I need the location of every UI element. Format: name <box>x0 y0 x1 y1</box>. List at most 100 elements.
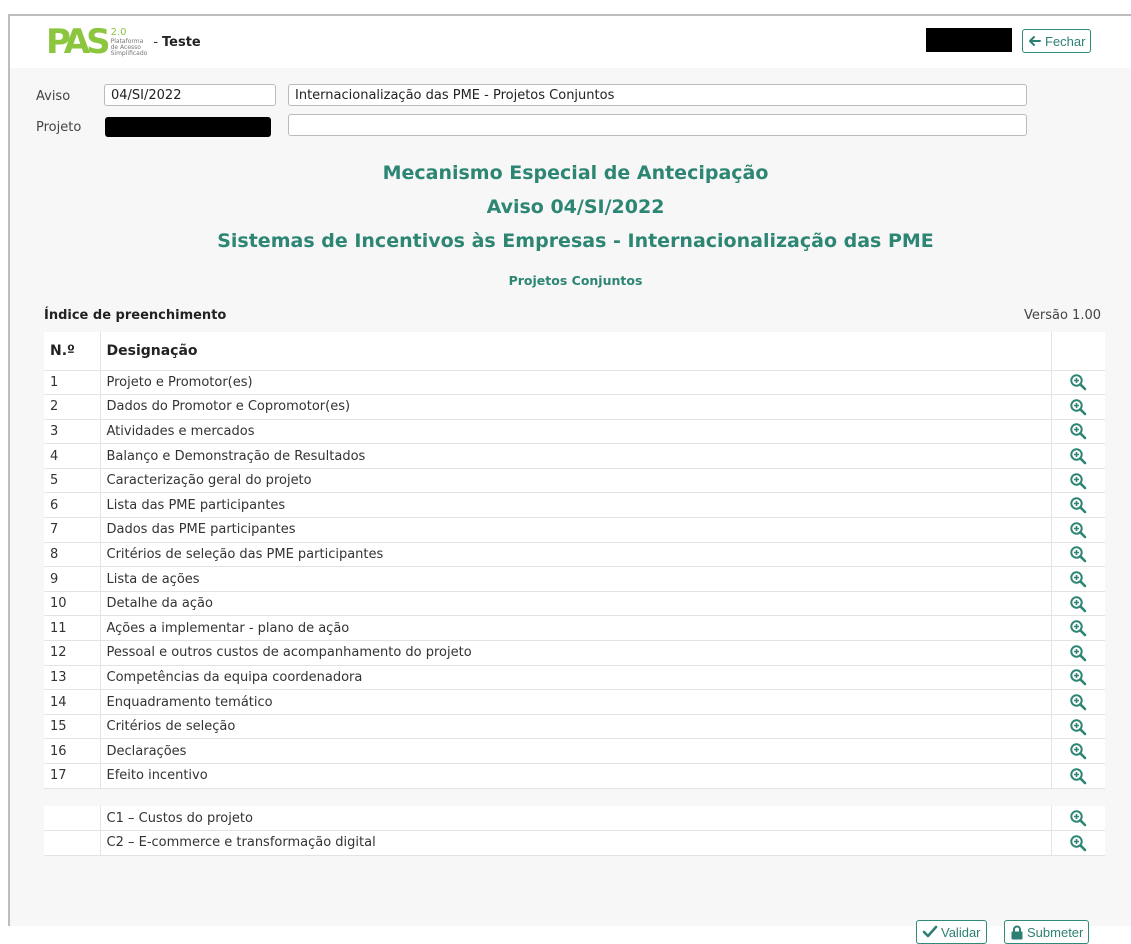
environment-label: Teste <box>162 34 201 50</box>
projeto-code-redacted <box>105 117 271 137</box>
row-zoom-button[interactable] <box>1050 714 1105 740</box>
row-designation: C2 – E-commerce e transformação digital <box>100 830 1051 856</box>
close-button[interactable]: Fechar <box>1022 29 1092 53</box>
projeto-description-field[interactable] <box>288 114 1027 136</box>
row-zoom-button[interactable] <box>1050 370 1105 396</box>
table-row: 10 Detalhe da ação <box>44 591 1105 617</box>
zoom-in-icon <box>1069 620 1087 637</box>
zoom-in-icon <box>1069 743 1087 760</box>
row-zoom-button[interactable] <box>1050 419 1105 445</box>
table-row: C1 – Custos do projeto <box>44 806 1105 832</box>
row-zoom-button[interactable] <box>1050 517 1105 543</box>
row-zoom-button[interactable] <box>1050 830 1105 856</box>
zoom-in-icon <box>1069 835 1087 852</box>
check-icon <box>922 925 938 938</box>
table-row: 15 Critérios de seleção <box>44 714 1105 740</box>
row-zoom-button[interactable] <box>1050 492 1105 519</box>
column-header-designation: Designação <box>100 332 1052 371</box>
column-header-number: N.º <box>44 332 101 371</box>
lock-icon <box>1011 925 1023 939</box>
row-number: 13 <box>44 665 101 691</box>
zoom-in-icon <box>1069 497 1087 514</box>
zoom-in-icon <box>1069 694 1087 711</box>
page-subtitle-aviso: Aviso 04/SI/2022 <box>486 196 665 218</box>
row-designation: Balanço e Demonstração de Resultados <box>100 443 1051 469</box>
page-subtitle-type: Projetos Conjuntos <box>508 273 643 288</box>
app-window: PAS 2.0 Plataforma de Acesso Simplificad… <box>8 14 1131 944</box>
column-header-actions <box>1050 332 1105 371</box>
table-row: 11 Ações a implementar - plano de ação <box>44 615 1105 642</box>
row-zoom-button[interactable] <box>1050 763 1105 789</box>
row-zoom-button[interactable] <box>1050 615 1105 642</box>
row-designation: Critérios de seleção <box>100 714 1051 740</box>
zoom-in-icon <box>1069 546 1087 563</box>
header: PAS 2.0 Plataforma de Acesso Simplificad… <box>10 16 1131 68</box>
row-designation: Lista das PME participantes <box>100 492 1051 519</box>
zoom-in-icon <box>1069 399 1087 416</box>
row-number: 11 <box>44 615 101 642</box>
row-designation: Pessoal e outros custos de acompanhament… <box>100 640 1051 666</box>
row-designation: Detalhe da ação <box>100 591 1051 617</box>
zoom-in-icon <box>1069 571 1087 588</box>
row-designation: Lista de ações <box>100 566 1051 592</box>
zoom-in-icon <box>1069 718 1087 735</box>
row-designation: Efeito incentivo <box>100 763 1051 789</box>
arrow-left-icon <box>1029 36 1041 46</box>
row-zoom-button[interactable] <box>1050 665 1105 691</box>
row-number: 8 <box>44 542 101 568</box>
aviso-description-field[interactable]: Internacionalização das PME - Projetos C… <box>288 84 1027 106</box>
row-designation: Competências da equipa coordenadora <box>100 665 1051 691</box>
row-zoom-button[interactable] <box>1050 542 1105 568</box>
table-row: 2 Dados do Promotor e Copromotor(es) <box>44 394 1105 420</box>
table-row: 13 Competências da equipa coordenadora <box>44 665 1105 691</box>
row-number: 10 <box>44 591 101 617</box>
aviso-code-field[interactable]: 04/SI/2022 <box>104 84 276 106</box>
aviso-label: Aviso <box>36 89 71 104</box>
table-row: 8 Critérios de seleção das PME participan… <box>44 542 1105 568</box>
row-zoom-button[interactable] <box>1050 468 1105 494</box>
user-name-redacted <box>926 28 1012 52</box>
zoom-in-icon <box>1069 374 1087 391</box>
row-zoom-button[interactable] <box>1050 443 1105 469</box>
logo: PAS 2.0 Plataforma de Acesso Simplificad… <box>46 22 201 62</box>
table-row: 7 Dados das PME participantes <box>44 517 1105 543</box>
zoom-in-icon <box>1069 645 1087 662</box>
zoom-in-icon <box>1069 423 1087 440</box>
validate-button[interactable]: Validar <box>916 920 987 944</box>
row-number: 1 <box>44 370 101 396</box>
row-number: 17 <box>44 763 101 789</box>
submit-button[interactable]: Submeter <box>1004 920 1090 944</box>
extra-table: C1 – Custos do projeto C2 – E-commerce e … <box>44 806 1105 856</box>
row-number: 12 <box>44 640 101 666</box>
row-designation: Dados das PME participantes <box>100 517 1051 543</box>
row-number: 16 <box>44 738 101 764</box>
row-zoom-button[interactable] <box>1050 591 1105 617</box>
row-designation: Atividades e mercados <box>100 419 1051 445</box>
row-number: 14 <box>44 689 101 715</box>
row-zoom-button[interactable] <box>1050 738 1105 764</box>
zoom-in-icon <box>1069 768 1087 785</box>
row-number <box>44 830 101 856</box>
table-row: 4 Balanço e Demonstração de Resultados <box>44 443 1105 469</box>
row-number: 5 <box>44 468 101 494</box>
row-designation: C1 – Custos do projeto <box>100 806 1051 832</box>
table-row: 16 Declarações <box>44 738 1105 764</box>
page-title: Mecanismo Especial de Antecipação <box>382 162 769 184</box>
row-number: 2 <box>44 394 101 420</box>
table-row: C2 – E-commerce e transformação digital <box>44 830 1105 856</box>
zoom-in-icon <box>1069 595 1087 612</box>
row-zoom-button[interactable] <box>1050 566 1105 592</box>
table-row: 5 Caracterização geral do projeto <box>44 468 1105 494</box>
row-zoom-button[interactable] <box>1050 394 1105 420</box>
row-designation: Ações a implementar - plano de ação <box>100 615 1051 642</box>
row-number: 3 <box>44 419 101 445</box>
table-row: 14 Enquadramento temático <box>44 689 1105 715</box>
row-zoom-button[interactable] <box>1050 689 1105 715</box>
table-header-row: N.º Designação <box>44 332 1105 371</box>
row-zoom-button[interactable] <box>1050 806 1105 832</box>
zoom-in-icon <box>1069 810 1087 827</box>
row-designation: Declarações <box>100 738 1051 764</box>
row-zoom-button[interactable] <box>1050 640 1105 666</box>
row-designation: Critérios de seleção das PME participant… <box>100 542 1051 568</box>
row-number: 4 <box>44 443 101 469</box>
